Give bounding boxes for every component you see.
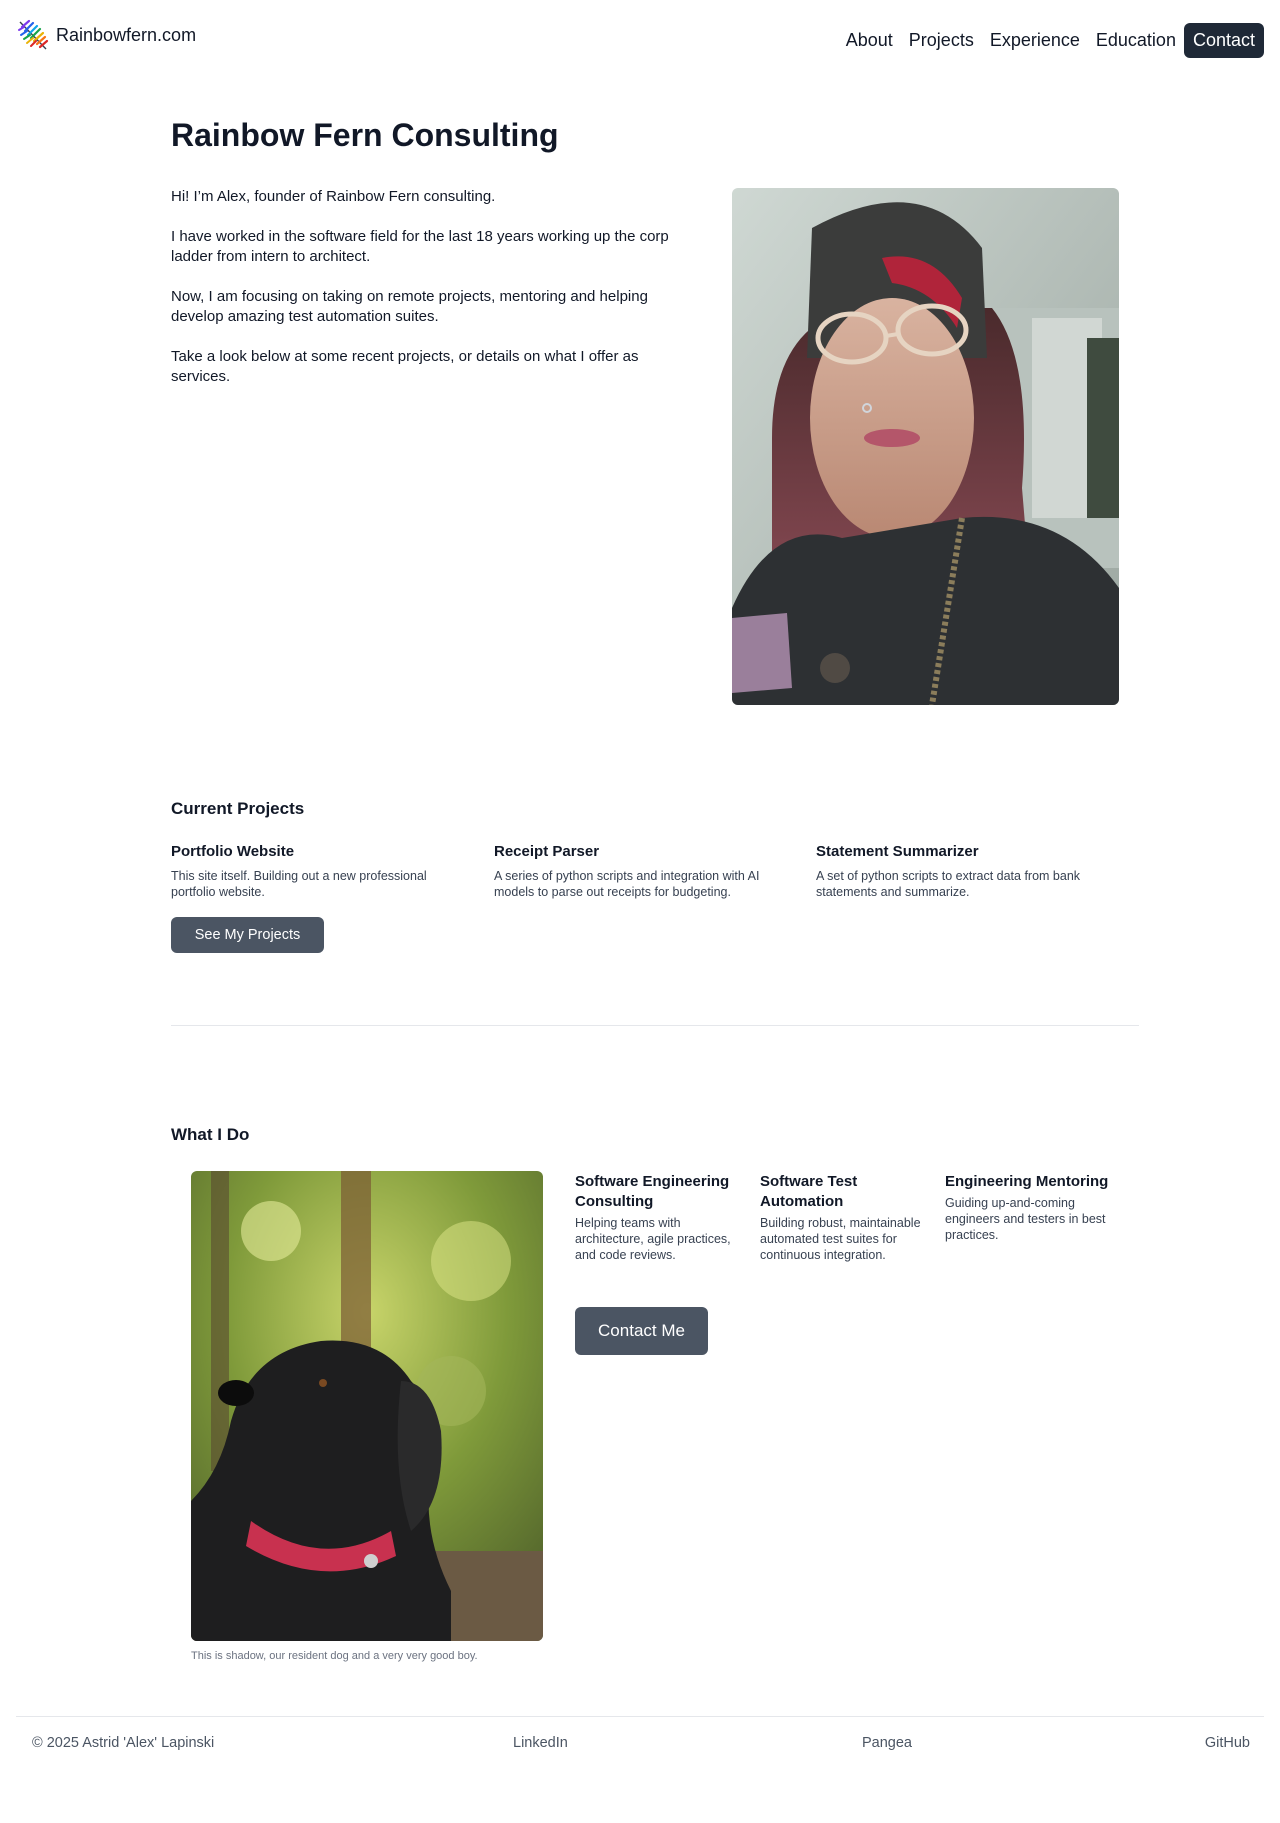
nav-experience[interactable]: Experience <box>982 23 1088 58</box>
service-title: Software Engineering Consulting <box>575 1173 730 1210</box>
nav-education[interactable]: Education <box>1088 23 1184 58</box>
site-header: Rainbowfern.com About Projects Experienc… <box>0 0 1280 80</box>
section-divider <box>171 1025 1139 1026</box>
footer-copyright: © 2025 Astrid 'Alex' Lapinski <box>32 1735 215 1751</box>
intro-paragraph: Now, I am focusing on taking on remote p… <box>171 288 648 325</box>
nav-about[interactable]: About <box>838 23 901 58</box>
rainbow-fern-leaf-icon <box>18 19 49 50</box>
service-card: Software Test Automation Building robust… <box>760 1172 935 1263</box>
project-card: Statement Summarizer A set of python scr… <box>816 843 1106 900</box>
dog-photo-caption: This is shadow, our resident dog and a v… <box>191 1650 478 1662</box>
footer-link-github[interactable]: GitHub <box>1205 1735 1250 1751</box>
page-title: Rainbow Fern Consulting <box>171 117 559 153</box>
contact-me-button[interactable]: Contact Me <box>575 1307 708 1355</box>
nav-projects[interactable]: Projects <box>901 23 982 58</box>
footer-link-pangea[interactable]: Pangea <box>862 1735 912 1751</box>
portrait-illustration <box>732 188 1119 705</box>
project-title: Receipt Parser <box>494 843 600 860</box>
project-description: This site itself. Building out a new pro… <box>171 869 427 899</box>
services-section-title: What I Do <box>171 1125 250 1144</box>
dog-illustration <box>191 1171 543 1641</box>
project-description: A set of python scripts to extract data … <box>816 869 1081 899</box>
project-card: Portfolio Website This site itself. Buil… <box>171 843 461 900</box>
intro-paragraph: I have worked in the software field for … <box>171 228 669 265</box>
see-my-projects-button[interactable]: See My Projects <box>171 917 324 953</box>
brand-link[interactable]: Rainbowfern.com <box>16 18 196 52</box>
founder-portrait-photo <box>732 188 1119 705</box>
brand-name: Rainbowfern.com <box>56 24 197 45</box>
site-footer: © 2025 Astrid 'Alex' Lapinski LinkedIn P… <box>32 1735 1250 1759</box>
hero-intro: Hi! I’m Alex, founder of Rainbow Fern co… <box>171 187 701 407</box>
project-title: Statement Summarizer <box>816 843 979 860</box>
intro-paragraph: Hi! I’m Alex, founder of Rainbow Fern co… <box>171 188 496 205</box>
project-card: Receipt Parser A series of python script… <box>494 843 784 900</box>
footer-divider <box>16 1716 1264 1717</box>
service-title: Engineering Mentoring <box>945 1173 1109 1190</box>
project-title: Portfolio Website <box>171 843 295 860</box>
service-card: Software Engineering Consulting Helping … <box>575 1172 750 1263</box>
service-description: Guiding up-and-coming engineers and test… <box>945 1196 1106 1242</box>
service-title: Software Test Automation <box>760 1173 858 1210</box>
intro-paragraph: Take a look below at some recent project… <box>171 348 639 385</box>
service-description: Building robust, maintainable automated … <box>760 1216 921 1262</box>
main-nav: About Projects Experience Education Cont… <box>838 23 1264 58</box>
project-description: A series of python scripts and integrati… <box>494 869 760 899</box>
dog-photo <box>191 1171 543 1641</box>
nav-contact-button[interactable]: Contact <box>1183 23 1264 58</box>
projects-section-title: Current Projects <box>171 799 305 818</box>
footer-link-linkedin[interactable]: LinkedIn <box>513 1735 568 1751</box>
service-description: Helping teams with architecture, agile p… <box>575 1216 731 1262</box>
service-card: Engineering Mentoring Guiding up-and-com… <box>945 1172 1120 1243</box>
